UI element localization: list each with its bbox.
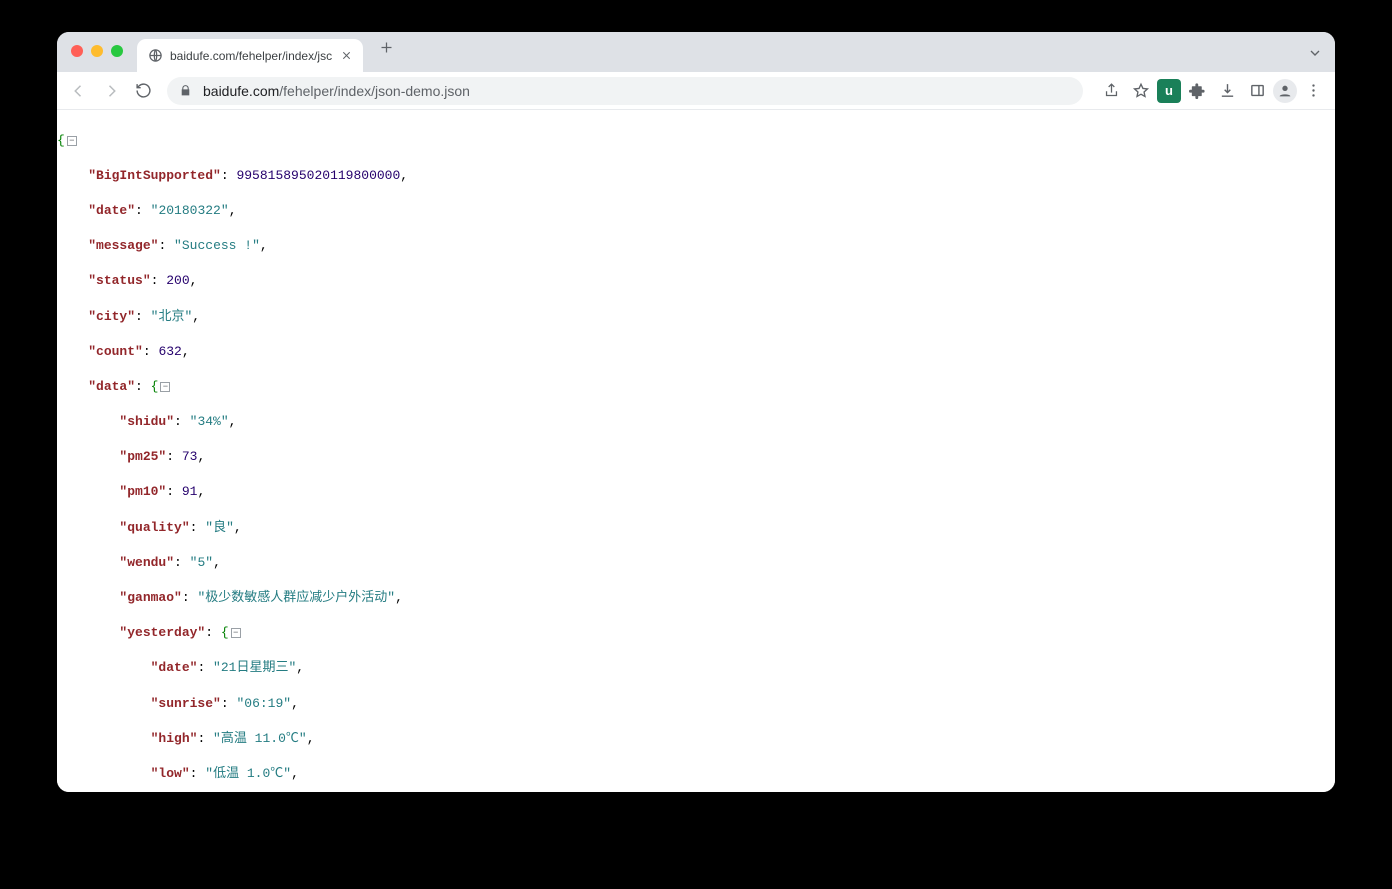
- menu-icon[interactable]: [1299, 77, 1327, 105]
- json-value: 34%: [197, 414, 220, 429]
- forward-button[interactable]: [97, 77, 125, 105]
- json-value: 良: [213, 520, 226, 535]
- profile-avatar[interactable]: [1273, 79, 1297, 103]
- star-icon[interactable]: [1127, 77, 1155, 105]
- collapse-toggle[interactable]: −: [67, 136, 77, 146]
- globe-icon: [147, 48, 163, 64]
- tab-bar: baidufe.com/fehelper/index/jsc: [57, 32, 1335, 72]
- browser-window: baidufe.com/fehelper/index/jsc baidu: [57, 32, 1335, 792]
- collapse-toggle[interactable]: −: [231, 628, 241, 638]
- json-value: 高温 11.0℃: [221, 731, 299, 746]
- json-value: 91: [182, 484, 198, 499]
- extension-badge[interactable]: u: [1157, 79, 1181, 103]
- json-value: 北京: [158, 309, 184, 324]
- lock-icon: [179, 84, 193, 97]
- browser-tab[interactable]: baidufe.com/fehelper/index/jsc: [137, 39, 363, 72]
- extensions-icon[interactable]: [1183, 77, 1211, 105]
- json-value: 21日星期三: [221, 660, 289, 675]
- reload-button[interactable]: [129, 77, 157, 105]
- toolbar-actions: u: [1097, 77, 1327, 105]
- json-value: 200: [166, 273, 189, 288]
- json-value: 20180322: [158, 203, 220, 218]
- close-tab-icon[interactable]: [339, 49, 353, 63]
- json-value: 5: [197, 555, 205, 570]
- json-value: 极少数敏感人群应减少户外活动: [205, 590, 387, 605]
- chevron-down-icon[interactable]: [1307, 45, 1323, 66]
- sidepanel-icon[interactable]: [1243, 77, 1271, 105]
- new-tab-button[interactable]: [375, 36, 398, 64]
- json-value: 06:19: [244, 696, 283, 711]
- share-icon[interactable]: [1097, 77, 1125, 105]
- tab-title: baidufe.com/fehelper/index/jsc: [170, 49, 332, 63]
- json-value: 73: [182, 449, 198, 464]
- collapse-toggle[interactable]: −: [160, 382, 170, 392]
- browser-toolbar: baidufe.com/fehelper/index/json-demo.jso…: [57, 72, 1335, 110]
- back-button[interactable]: [65, 77, 93, 105]
- maximize-window-button[interactable]: [111, 45, 123, 57]
- url-domain: baidufe.com: [203, 83, 279, 99]
- json-viewer: {− "BigIntSupported": 995815895020119800…: [57, 114, 1335, 792]
- close-window-button[interactable]: [71, 45, 83, 57]
- extension-label: u: [1165, 83, 1173, 98]
- json-value: 995815895020119800000: [236, 168, 400, 183]
- minimize-window-button[interactable]: [91, 45, 103, 57]
- page-content: {− "BigIntSupported": 995815895020119800…: [57, 110, 1335, 792]
- json-value: 632: [158, 344, 181, 359]
- url-text: baidufe.com/fehelper/index/json-demo.jso…: [203, 83, 470, 99]
- address-bar[interactable]: baidufe.com/fehelper/index/json-demo.jso…: [167, 77, 1083, 105]
- json-value: 低温 1.0℃: [213, 766, 283, 781]
- download-icon[interactable]: [1213, 77, 1241, 105]
- window-controls: [71, 45, 123, 57]
- url-path: /fehelper/index/json-demo.json: [279, 83, 470, 99]
- json-value: Success !: [182, 238, 252, 253]
